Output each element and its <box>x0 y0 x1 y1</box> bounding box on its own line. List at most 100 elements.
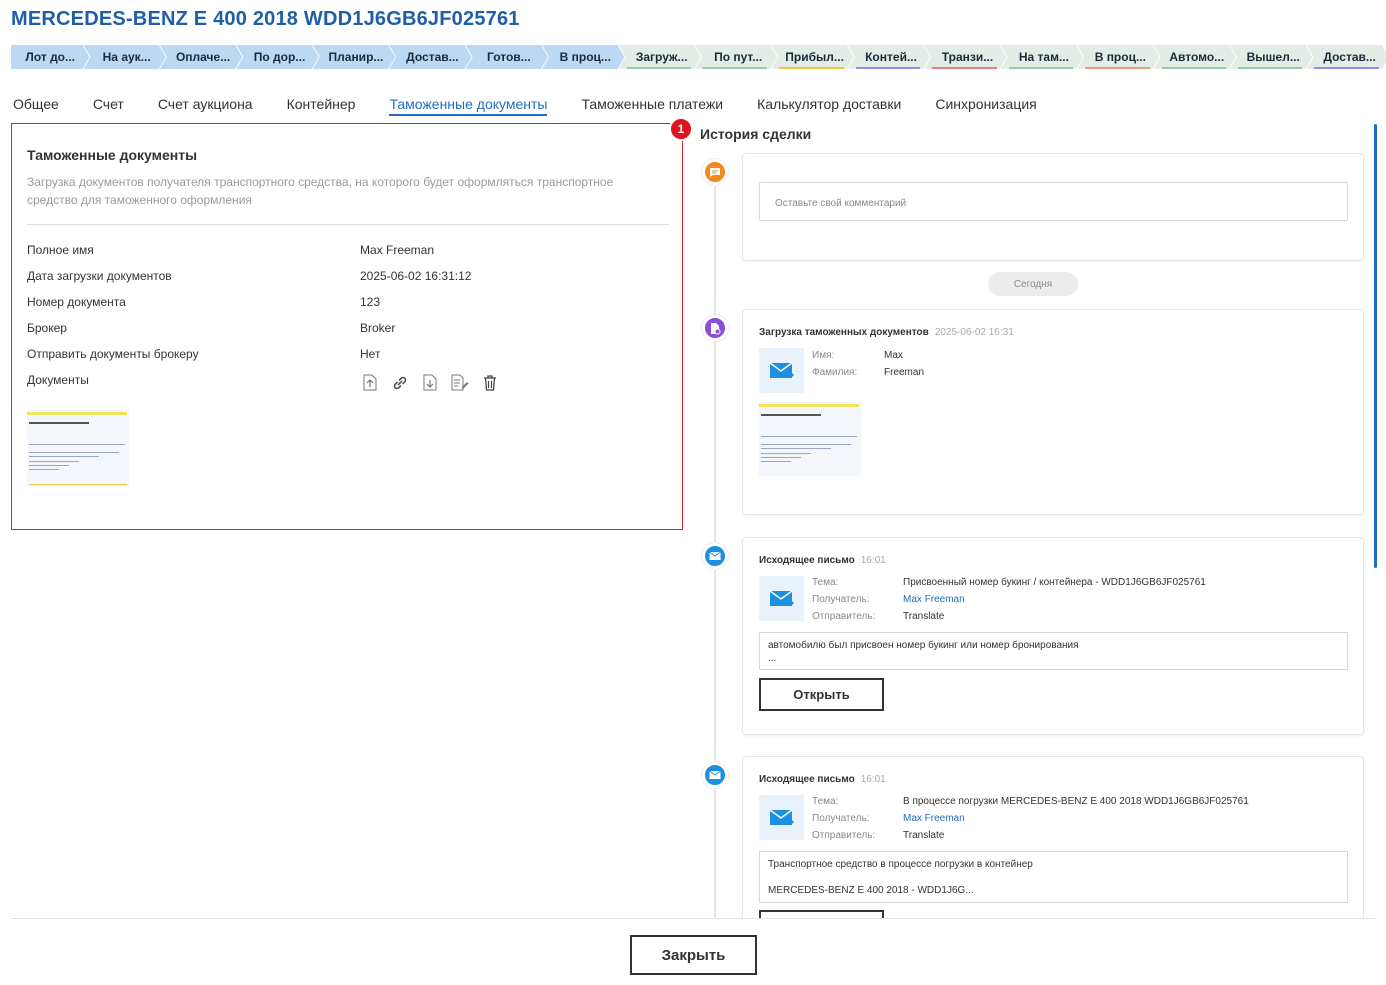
scrollbar[interactable] <box>1374 124 1377 568</box>
edit-doc-icon[interactable] <box>450 373 469 392</box>
document-actions <box>360 373 499 392</box>
comment-icon <box>702 159 728 185</box>
download-icon[interactable] <box>420 373 439 392</box>
stage-underline <box>1009 67 1073 69</box>
stage-underline <box>1162 67 1226 69</box>
envelope-icon <box>702 543 728 569</box>
envelope-icon <box>702 762 728 788</box>
stage-item[interactable]: Автомо... <box>1154 45 1236 69</box>
stage-item[interactable]: Достав... <box>1306 45 1386 69</box>
stage-item[interactable]: На там... <box>1001 45 1083 69</box>
tab-item[interactable]: Таможенные платежи <box>581 96 723 116</box>
stage-item[interactable]: На аук... <box>83 45 165 69</box>
email-preview: Транспортное средство в процессе погрузк… <box>759 851 1348 903</box>
stage-item[interactable]: Готов... <box>466 45 548 69</box>
field-label: Документы <box>27 373 89 387</box>
trash-icon[interactable] <box>480 373 499 392</box>
email-preview: автомобилю был присвоен номер букинг или… <box>759 632 1348 670</box>
stage-item[interactable]: Вышел... <box>1230 45 1312 69</box>
field-value: Broker <box>360 321 396 335</box>
tab-item[interactable]: Синхронизация <box>935 96 1036 116</box>
field-label: Дата загрузки документов <box>27 269 172 283</box>
panel-description: Загрузка документов получателя транспорт… <box>27 175 614 207</box>
field-label: Брокер <box>27 321 67 335</box>
stage-label: В проц... <box>1094 50 1146 64</box>
status-pipeline: Лот до... На аук... Оплаче... По дор... План… <box>11 45 1383 71</box>
stage-item[interactable]: Оплаче... <box>160 45 242 69</box>
document-thumbnail[interactable] <box>27 410 129 486</box>
stage-item[interactable]: Планир... <box>313 45 395 69</box>
divider <box>27 224 669 225</box>
event-title: Исходящее письмо <box>759 774 855 785</box>
tab-item[interactable]: Общее <box>13 96 59 116</box>
stage-label: Оплаче... <box>175 50 231 64</box>
field-value: 2025-06-02 16:31:12 <box>360 269 472 283</box>
stage-item[interactable]: Транзи... <box>924 45 1006 69</box>
comment-input[interactable]: Оставьте свой комментарий <box>759 182 1348 221</box>
tab-item[interactable]: Калькулятор доставки <box>757 96 901 116</box>
footer-divider <box>11 918 1375 919</box>
recipient-link[interactable]: Max Freeman <box>903 813 965 824</box>
stage-underline <box>932 67 996 69</box>
stage-label: Готов... <box>487 50 531 64</box>
event-time: 16:01 <box>860 774 886 785</box>
tab-item[interactable]: Контейнер <box>287 96 356 116</box>
event-time: 16:01 <box>860 555 886 566</box>
stage-item[interactable]: Прибыл... <box>771 45 853 69</box>
annotation-badge: 1 <box>669 117 693 141</box>
stage-item[interactable]: По пут... <box>695 45 777 69</box>
stage-label: Достав... <box>406 50 459 64</box>
stage-label: Загруж... <box>635 50 688 64</box>
upload-icon[interactable] <box>360 373 379 392</box>
stage-underline <box>1085 67 1149 69</box>
stage-label: На аук... <box>102 50 151 64</box>
field-value: Max Freeman <box>360 243 435 257</box>
stage-label: Контей... <box>865 50 917 64</box>
stage-item[interactable]: Лот до... <box>11 45 89 69</box>
stage-underline <box>1238 67 1302 69</box>
tab-item[interactable]: Таможенные документы <box>389 96 548 116</box>
stage-item[interactable]: Загруж... <box>619 45 701 69</box>
envelope-icon <box>759 576 804 621</box>
stage-item[interactable]: В проц... <box>542 45 624 69</box>
field-label: Отправить документы брокеру <box>27 347 199 361</box>
tab-item[interactable]: Счет <box>93 96 124 116</box>
envelope-icon <box>759 795 804 840</box>
link-icon[interactable] <box>390 373 409 392</box>
stage-underline <box>856 67 920 69</box>
history-event-customs: Загрузка таможенных документов 2025-06-02… <box>742 309 1364 515</box>
comment-card: Оставьте свой комментарий <box>742 153 1364 261</box>
history-title: История сделки <box>700 126 812 142</box>
stage-underline <box>779 67 843 69</box>
stage-label: На там... <box>1018 50 1069 64</box>
stage-item[interactable]: В проц... <box>1077 45 1159 69</box>
event-title: Загрузка таможенных документов <box>759 327 929 338</box>
stage-underline <box>627 67 691 69</box>
history-event-email: Исходящее письмо 16:01 Тема: Присвоенный н… <box>742 537 1364 735</box>
stage-underline <box>703 67 767 69</box>
stage-label: Транзи... <box>941 50 994 64</box>
stage-label: Планир... <box>328 50 384 64</box>
field-value: Нет <box>360 347 381 361</box>
stage-label: В проц... <box>559 50 611 64</box>
tab-item[interactable]: Счет аукциона <box>158 96 253 116</box>
field-label: Номер документа <box>27 295 126 309</box>
stage-label: Достав... <box>1323 50 1376 64</box>
stage-label: Автомо... <box>1169 50 1225 64</box>
close-button[interactable]: Закрыть <box>630 935 757 975</box>
recipient-link[interactable]: Max Freeman <box>903 594 965 605</box>
tab-bar: Общее Счет Счет аукциона Контейнер Таможенны… <box>13 96 1071 116</box>
stage-item[interactable]: Достав... <box>389 45 471 69</box>
stage-label: Лот до... <box>25 50 76 64</box>
field-value: 123 <box>360 295 381 309</box>
document-thumbnail[interactable] <box>759 402 861 476</box>
panel-title: Таможенные документы <box>27 147 198 163</box>
stage-label: По дор... <box>253 50 306 64</box>
event-time: 2025-06-02 16:31 <box>934 327 1014 338</box>
open-email-button[interactable]: Открыть <box>759 678 884 711</box>
field-label: Полное имя <box>27 243 94 257</box>
envelope-icon <box>759 348 804 393</box>
customs-documents-panel: Таможенные документы Загрузка документов… <box>11 123 683 530</box>
stage-item[interactable]: Контей... <box>848 45 930 69</box>
stage-item[interactable]: По дор... <box>236 45 318 69</box>
